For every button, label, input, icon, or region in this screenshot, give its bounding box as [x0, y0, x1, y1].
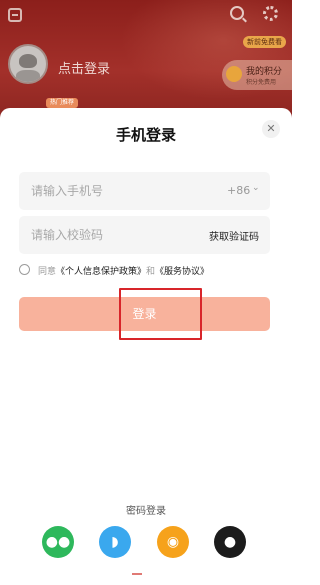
agree-radio[interactable]	[19, 264, 30, 275]
close-button[interactable]: ✕	[262, 120, 280, 138]
weibo-icon: ◉	[166, 534, 180, 550]
home-indicator	[132, 573, 142, 575]
code-field: 获取验证码	[19, 216, 270, 254]
scan-icon	[8, 8, 22, 22]
highlight-annotation	[119, 288, 202, 340]
verification-code-input[interactable]	[31, 216, 201, 254]
password-login-link[interactable]: 密码登录	[0, 502, 292, 517]
coin-icon	[226, 66, 242, 82]
gear-icon	[263, 6, 278, 21]
service-agreement-link[interactable]: 《服务协议》	[155, 267, 209, 277]
qq-login-button[interactable]: ◗	[99, 526, 131, 558]
weibo-login-button[interactable]: ◉	[157, 526, 189, 558]
points-subtitle: 积分免费用	[246, 79, 277, 86]
hot-badge: 热门推荐	[46, 98, 79, 108]
background-header: 新前免费看 点击登录 我的积分 积分免费用 热门推荐	[0, 0, 292, 118]
phone-field: +86 ⌄	[19, 172, 270, 210]
wechat-login-button[interactable]: ●●	[42, 526, 74, 558]
search-icon	[230, 6, 244, 20]
apple-icon: ●	[223, 534, 237, 550]
avatar	[8, 44, 48, 84]
privacy-policy-link[interactable]: 《个人信息保护政策》	[56, 267, 146, 277]
sheet-title: 手机登录	[115, 126, 176, 144]
phone-login-sheet: 手机登录 ✕ +86 ⌄ 获取验证码 同意《个人信息保护政策》和《服务协议》 登…	[0, 108, 292, 585]
agree-prefix: 同意	[38, 267, 57, 277]
agreement-text: 同意《个人信息保护政策》和《服务协议》	[38, 264, 209, 277]
apple-login-button[interactable]: ●	[214, 526, 246, 558]
new-user-badge: 新前免费看	[243, 36, 286, 48]
background-login-link: 点击登录	[58, 62, 111, 77]
get-code-button[interactable]: 获取验证码	[209, 228, 259, 243]
close-icon: ✕	[266, 122, 276, 135]
phone-input[interactable]	[31, 172, 201, 210]
country-code-selector[interactable]: +86	[227, 184, 250, 197]
agree-and: 和	[146, 267, 156, 277]
points-widget: 我的积分 积分免费用	[222, 60, 292, 90]
chevron-down-icon[interactable]: ⌄	[252, 183, 260, 193]
wechat-icon: ●●	[45, 534, 71, 550]
qq-icon: ◗	[111, 534, 119, 550]
points-title: 我的积分	[246, 67, 283, 77]
